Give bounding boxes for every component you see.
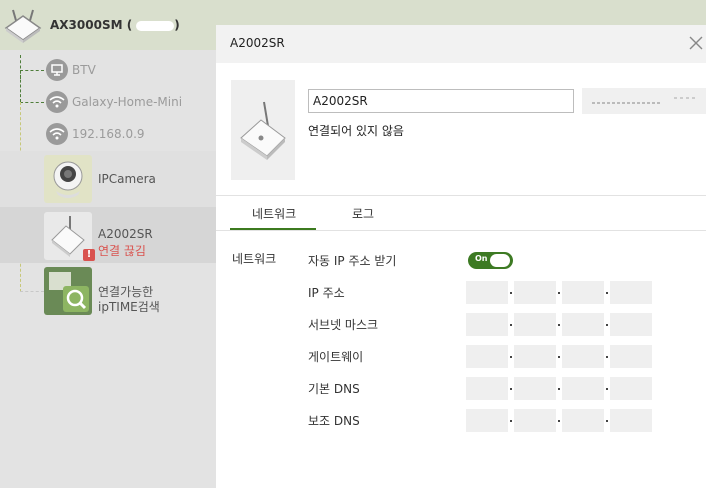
- root-router-name: AX3000SM (): [50, 18, 180, 32]
- octet-input[interactable]: [514, 409, 556, 432]
- octet-input[interactable]: [466, 409, 508, 432]
- device-name-input[interactable]: [308, 89, 574, 113]
- dot-separator: [510, 388, 512, 390]
- search-label-line2[interactable]: ipTIME검색: [98, 299, 160, 315]
- subnet-mask-field[interactable]: [466, 313, 656, 336]
- octet-input[interactable]: [610, 345, 652, 368]
- gateway-field[interactable]: [466, 345, 656, 368]
- octet-input[interactable]: [610, 281, 652, 304]
- toggle-knob: [490, 254, 510, 267]
- octet-input[interactable]: [466, 345, 508, 368]
- octet-input[interactable]: [514, 281, 556, 304]
- secondary-dns-label: 보조 DNS: [308, 414, 360, 428]
- octet-input[interactable]: [514, 313, 556, 336]
- search-thumbnail[interactable]: [44, 267, 92, 315]
- dot-separator: [606, 356, 608, 358]
- octet-input[interactable]: [610, 377, 652, 400]
- tree-node-label[interactable]: BTV: [72, 63, 96, 77]
- dot-separator: [606, 420, 608, 422]
- octet-input[interactable]: [514, 377, 556, 400]
- tree-node-label[interactable]: Galaxy-Home-Mini: [72, 95, 182, 109]
- octet-input[interactable]: [514, 345, 556, 368]
- primary-dns-label: 기본 DNS: [308, 382, 360, 396]
- warning-icon: !: [83, 249, 95, 261]
- panel-header: A2002SR: [216, 25, 706, 63]
- dot-separator: [558, 324, 560, 326]
- network-section-label: 네트워크: [232, 252, 277, 266]
- camera-icon: [53, 161, 83, 198]
- router-icon: [4, 9, 42, 43]
- octet-input[interactable]: [562, 409, 604, 432]
- gateway-label: 게이트웨이: [308, 350, 364, 364]
- secondary-dns-field[interactable]: [466, 409, 656, 432]
- toggle-text: On: [475, 254, 488, 263]
- dot-separator: [606, 292, 608, 294]
- dot-separator: [510, 324, 512, 326]
- extender-status: 연결 끊김: [98, 244, 146, 258]
- panel-title: A2002SR: [230, 36, 285, 50]
- octet-input[interactable]: [562, 345, 604, 368]
- tree-connector: [20, 70, 44, 71]
- wifi-icon: [46, 91, 68, 113]
- dot-separator: [606, 324, 608, 326]
- tree-connector: [20, 70, 21, 102]
- redacted-text: [592, 97, 698, 104]
- octet-input[interactable]: [466, 281, 508, 304]
- ip-address-label: IP 주소: [308, 286, 345, 300]
- octet-input[interactable]: [466, 377, 508, 400]
- redacted-field: [582, 88, 706, 114]
- ip-address-field[interactable]: [466, 281, 656, 304]
- tab-network[interactable]: 네트워크: [252, 205, 296, 222]
- octet-input[interactable]: [610, 313, 652, 336]
- dot-separator: [558, 388, 560, 390]
- auto-ip-label: 자동 IP 주소 받기: [308, 254, 397, 268]
- dot-separator: [558, 356, 560, 358]
- device-image: [231, 80, 295, 180]
- extender-label: A2002SR: [98, 227, 153, 241]
- ipcamera-label: IPCamera: [98, 172, 156, 186]
- monitor-icon: [46, 59, 68, 81]
- octet-input[interactable]: [610, 409, 652, 432]
- subnet-mask-label: 서브넷 마스크: [308, 318, 379, 332]
- ip-camera-thumbnail: [44, 155, 92, 203]
- dot-separator: [510, 292, 512, 294]
- connection-status: 연결되어 있지 않음: [308, 124, 404, 138]
- redacted-mask: [136, 20, 175, 31]
- tree-connector: [20, 291, 44, 292]
- octet-input[interactable]: [562, 313, 604, 336]
- primary-dns-field[interactable]: [466, 377, 656, 400]
- close-icon[interactable]: [686, 33, 706, 53]
- divider: [216, 230, 706, 231]
- wifi-icon: [46, 123, 68, 145]
- octet-input[interactable]: [562, 377, 604, 400]
- search-icon: [49, 272, 89, 312]
- device-settings-panel: A2002SR 연결되어 있지 않음 네트워크 로그 네트워크 자동 IP 주소…: [216, 25, 706, 488]
- dot-separator: [606, 388, 608, 390]
- dot-separator: [558, 420, 560, 422]
- octet-input[interactable]: [562, 281, 604, 304]
- auto-ip-toggle[interactable]: On: [468, 252, 513, 269]
- extender-icon: [240, 101, 286, 160]
- tab-log[interactable]: 로그: [352, 205, 374, 222]
- divider: [216, 195, 706, 196]
- tree-node-label[interactable]: 192.168.0.9: [72, 127, 145, 141]
- dot-separator: [510, 356, 512, 358]
- dot-separator: [558, 292, 560, 294]
- dot-separator: [510, 420, 512, 422]
- octet-input[interactable]: [466, 313, 508, 336]
- search-label-line1[interactable]: 연결가능한: [98, 284, 153, 300]
- tree-connector: [20, 102, 44, 103]
